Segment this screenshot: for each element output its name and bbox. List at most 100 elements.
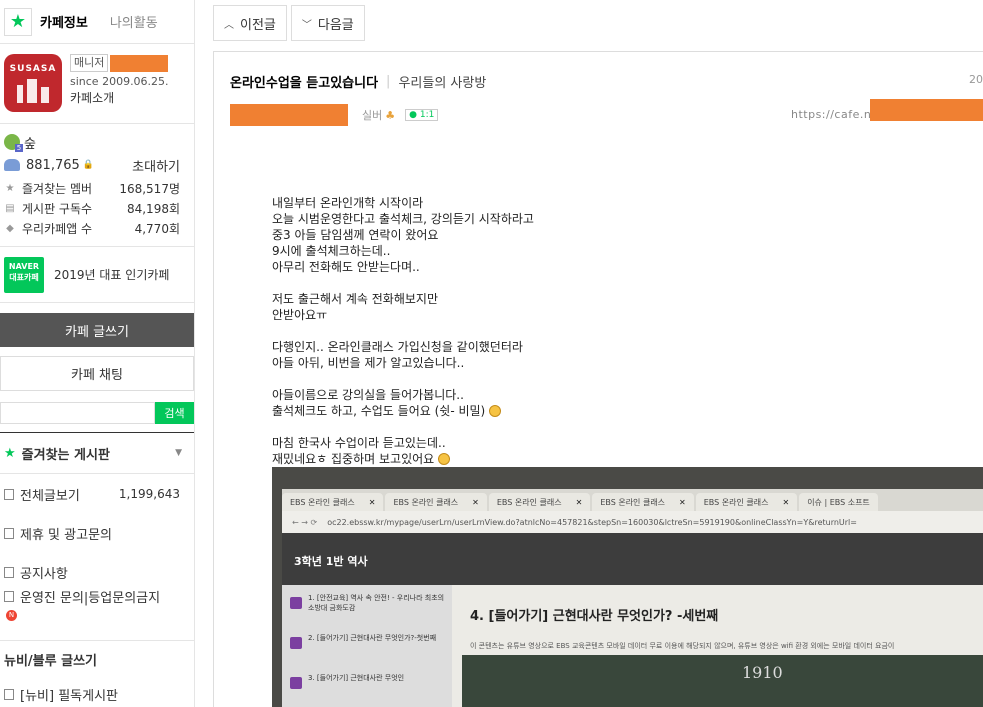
next-post-button[interactable]: ﹀ 다음글 (290, 5, 365, 41)
search-bar: 검색 (0, 402, 194, 424)
board-icon (4, 566, 14, 578)
invite-link[interactable]: 초대하기 (132, 156, 180, 175)
body-line (272, 371, 534, 387)
board-item-all[interactable]: 전체글보기 1,199,643 (0, 484, 194, 504)
search-input[interactable] (0, 402, 155, 424)
photo-url: oc22.ebssw.kr/mypage/userLrn/userLrnView… (327, 517, 857, 527)
sidebar: ★ 카페정보 나의활동 SUSASA 매니저 since 2009.06.25.… (0, 0, 195, 707)
chat-count: 1:1 (419, 110, 435, 120)
body-line: 중3 아들 담임샘께 연락이 왔어요 (272, 228, 439, 242)
photo-lesson: 2. [들어가기] 근현대사란 무엇인가?-첫번째 (282, 625, 452, 665)
body-line: 아무리 전화해도 안받는다며.. (272, 260, 420, 274)
stat-label: 우리카페앱 수 (22, 221, 93, 236)
caret-down-icon[interactable]: ▼ (175, 448, 182, 458)
photo-chalkboard (462, 655, 983, 707)
prev-post-button[interactable]: ︿ 이전글 (213, 5, 287, 41)
board-label: 제휴 및 광고문의 (20, 527, 112, 543)
cafe-stats: 숲 881,765 🔒 초대하기 ★ 즐겨찾는 멤버 168,517명 ▤ 게시판 … (0, 124, 194, 247)
photo-nav-icons: ← → ⟳ (292, 517, 318, 527)
grin-emoji-icon (438, 453, 451, 465)
body-line: 출석체크도 하고, 수업도 들어요 (쉿- 비밀) (272, 404, 486, 418)
cafe-intro-link[interactable]: 카페소개 (70, 90, 169, 106)
board-count: 1,199,643 (118, 487, 180, 501)
body-line: 마침 한국사 수업이라 듣고있는데.. (272, 436, 446, 450)
photo-address-bar: ← → ⟳ oc22.ebssw.kr/mypage/userLrn/userL… (282, 511, 983, 533)
new-badge: N (6, 609, 17, 621)
body-line (272, 275, 534, 291)
chevron-up-icon: ︿ (224, 19, 234, 31)
rss-icon: ▤ (5, 202, 15, 214)
body-line: 오늘 시범운영한다고 출석체크, 강의듣기 시작하라고 (272, 212, 534, 226)
star-icon: ★ (4, 445, 16, 461)
redacted-author[interactable] (230, 104, 348, 126)
favorite-star-icon[interactable]: ★ (4, 7, 32, 36)
cafe-chat-button[interactable]: 카페 채팅 (0, 356, 194, 391)
newbie-header: 뉴비/블루 글쓰기 (0, 640, 194, 678)
board-list: 전체글보기 1,199,643 제휴 및 광고문의 공지사항 운영진 문의|등업… (0, 484, 194, 624)
body-line: 9시에 출석체크하는데.. (272, 244, 391, 258)
tab-my-activity[interactable]: 나의활동 (110, 12, 158, 31)
cafe-logo-text: SUSASA (9, 63, 57, 74)
badge-line: NAVER (8, 261, 40, 271)
prev-post-label: 이전글 (240, 17, 276, 33)
cafe-logo[interactable]: SUSASA (4, 54, 62, 112)
board-label: 전체글보기 (20, 488, 80, 504)
naver-award-badge[interactable]: NAVER 대표카페 (4, 256, 44, 293)
body-line: 내일부터 온라인개학 시작이라 (272, 196, 424, 210)
board-icon (4, 488, 14, 500)
tab-cafe-info[interactable]: 카페정보 (40, 12, 88, 31)
body-line (272, 419, 534, 435)
article-title: 온라인수업을 듣고있습니다 (230, 76, 379, 91)
members-icon (4, 159, 20, 171)
member-grade: 실버 (362, 109, 383, 122)
stat-value: 168,517명 (119, 181, 180, 196)
board-item-notice[interactable]: 공지사항 (0, 562, 194, 582)
body-line: 재밌네요ㅎ 집중하며 보고있어요 (272, 452, 435, 466)
photo-notice: 이 콘텐츠는 유튜브 영상으로 EBS 교육콘텐츠 모바일 데이터 무료 이용에… (470, 642, 895, 650)
post-date: 20 (969, 73, 983, 86)
since-date: since 2009.06.25. (70, 75, 169, 88)
photo-lesson-heading: 4. [들어가기] 근현대사란 무엇인가? -세번째 (470, 609, 719, 624)
favorite-boards-header[interactable]: ★ 즐겨찾는 게시판 ▼ (0, 432, 194, 474)
shush-emoji-icon (489, 405, 502, 417)
board-label: [뉴비] 필독게시판 (20, 688, 118, 704)
photo-lesson-view: 4. [들어가기] 근현대사란 무엇인가? -세번째 이 콘텐츠는 유튜브 영상… (452, 585, 983, 707)
divider: | (386, 74, 391, 89)
body-line: 다행인지.. 온라인클래스 가입신청을 같이했던터라 (272, 340, 523, 354)
photo-lesson-list: 1. [안전교육] 역사 속 안전! - 우리나라 최초의 소방대 금화도감 2… (282, 585, 452, 707)
board-icon (4, 590, 14, 602)
board-icon (4, 527, 14, 539)
post-body: 내일부터 온라인개학 시작이라 오늘 시범운영한다고 출석체크, 강의듣기 시작… (272, 195, 534, 467)
photo-class-title: 3학년 1반 역사 (282, 533, 983, 585)
body-line: 아들 아뒤, 비번을 제가 알고있습니다.. (272, 356, 465, 370)
photo-tab: EBS 온라인 클래스 ✕ (488, 493, 591, 511)
member-count[interactable]: 881,765 (26, 158, 80, 173)
lock-icon: 🔒 (82, 160, 94, 170)
photo-tab: 이슈 | EBS 소프트 (799, 493, 878, 511)
body-line: 저도 출근해서 계속 전화해보지만 (272, 292, 439, 306)
post-url[interactable]: https://cafe.na (791, 108, 879, 121)
manager-label: 매니저 (70, 54, 109, 72)
board-item-newbie[interactable]: [뉴비] 필독게시판 (0, 684, 194, 704)
sidebar-tabs: ★ 카페정보 나의활동 (0, 0, 194, 44)
board-label: 공지사항 (20, 566, 68, 582)
board-label: 운영진 문의|등업문의금지 (20, 590, 161, 606)
building-icon (13, 76, 53, 103)
board-link[interactable]: 우리들의 사랑방 (398, 72, 486, 91)
body-line: 아들이름으로 강의실을 들어가봅니다.. (272, 388, 464, 402)
post-photo[interactable]: EBS 온라인 클래스 ✕ EBS 온라인 클래스 ✕ EBS 온라인 클래스 ✕ E… (272, 467, 983, 707)
board-item-admin[interactable]: 운영진 문의|등업문의금지 (0, 586, 194, 606)
body-line: 안받아요ㅠ (272, 308, 328, 322)
star-icon: ★ (5, 182, 15, 194)
stat-label: 즐겨찾는 멤버 (22, 181, 93, 196)
search-button[interactable]: 검색 (155, 402, 194, 424)
body-line (272, 323, 534, 339)
write-post-button[interactable]: 카페 글쓰기 (0, 313, 194, 347)
photo-tab: EBS 온라인 클래스 ✕ (695, 493, 798, 511)
photo-tab: EBS 온라인 클래스 ✕ (592, 493, 694, 511)
chat-badge[interactable]: ● 1:1 (405, 109, 439, 121)
photo-lesson: 3. [들어가기] 근현대사란 무엇인 (282, 665, 452, 705)
main-content: ︿ 이전글 ﹀ 다음글 온라인수업을 듣고있습니다 | 우리들의 사랑방 20 … (213, 0, 983, 707)
board-item-ad[interactable]: 제휴 및 광고문의 (0, 523, 194, 543)
stat-value: 84,198회 (126, 201, 180, 216)
